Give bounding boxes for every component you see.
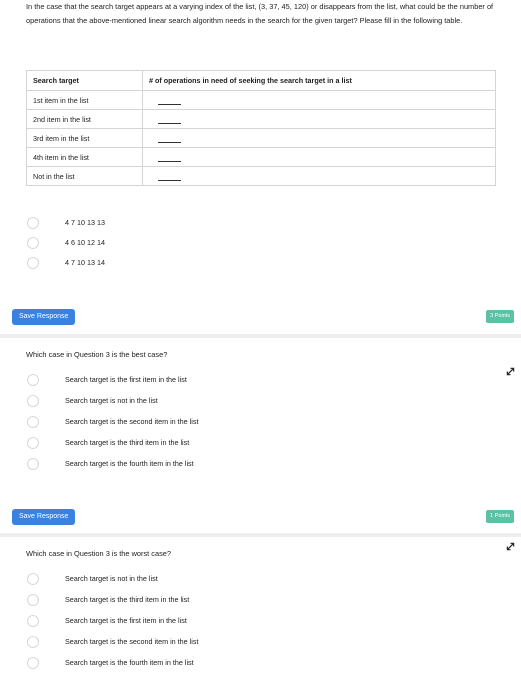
points-badge: 3 Points bbox=[486, 310, 514, 323]
radio-option-3[interactable] bbox=[27, 416, 39, 428]
radio-option-2[interactable] bbox=[27, 237, 39, 249]
option-label: Search target is the fourth item in the … bbox=[65, 658, 194, 667]
row-label: 4th item in the list bbox=[26, 147, 143, 167]
question-title: Which case in Question 3 is the worst ca… bbox=[26, 549, 172, 558]
table-row: 1st item in the list bbox=[26, 90, 496, 110]
table-header-row: Search target # of operations in need of… bbox=[26, 70, 496, 91]
option-label: Search target is the third item in the l… bbox=[65, 438, 190, 447]
radio-option-5[interactable] bbox=[27, 458, 39, 470]
table-row: 3rd item in the list bbox=[26, 128, 496, 148]
option-label: 4 6 10 12 14 bbox=[65, 238, 105, 247]
option-label: Search target is the third item in the l… bbox=[65, 595, 190, 604]
row-label: Not in the list bbox=[26, 166, 143, 186]
section-divider bbox=[0, 334, 521, 338]
expand-icon[interactable] bbox=[506, 542, 515, 551]
column-header: Search target bbox=[26, 70, 143, 91]
option-label: Search target is the second item in the … bbox=[65, 637, 199, 646]
answer-blank[interactable] bbox=[142, 128, 496, 148]
option-label: Search target is the fourth item in the … bbox=[65, 459, 194, 468]
answer-blank[interactable] bbox=[142, 109, 496, 129]
radio-option-4[interactable] bbox=[27, 636, 39, 648]
operations-table: Search target # of operations in need of… bbox=[26, 70, 496, 186]
radio-option-2[interactable] bbox=[27, 594, 39, 606]
row-label: 1st item in the list bbox=[26, 90, 143, 110]
row-label: 2nd item in the list bbox=[26, 109, 143, 129]
blank-line bbox=[158, 171, 181, 182]
blank-line bbox=[158, 95, 181, 106]
expand-icon[interactable] bbox=[506, 367, 515, 376]
answer-blank[interactable] bbox=[142, 166, 496, 186]
blank-line bbox=[158, 133, 181, 144]
option-label: Search target is not in the list bbox=[65, 396, 158, 405]
table-row: 2nd item in the list bbox=[26, 109, 496, 129]
option-label: Search target is the first item in the l… bbox=[65, 616, 187, 625]
section-divider bbox=[0, 533, 521, 537]
blank-line bbox=[158, 152, 181, 163]
radio-option-5[interactable] bbox=[27, 657, 39, 669]
option-label: 4 7 10 13 13 bbox=[65, 218, 105, 227]
option-label: 4 7 10 13 14 bbox=[65, 258, 105, 267]
save-response-button[interactable]: Save Response bbox=[12, 509, 76, 525]
radio-option-1[interactable] bbox=[27, 217, 39, 229]
question-title: Which case in Question 3 is the best cas… bbox=[26, 350, 168, 359]
table-row: 4th item in the list bbox=[26, 147, 496, 167]
radio-option-4[interactable] bbox=[27, 437, 39, 449]
option-label: Search target is the second item in the … bbox=[65, 417, 199, 426]
column-header: # of operations in need of seeking the s… bbox=[142, 70, 496, 91]
row-label: 3rd item in the list bbox=[26, 128, 143, 148]
radio-option-1[interactable] bbox=[27, 573, 39, 585]
answer-blank[interactable] bbox=[142, 147, 496, 167]
radio-option-1[interactable] bbox=[27, 374, 39, 386]
save-response-button[interactable]: Save Response bbox=[12, 309, 76, 325]
radio-option-3[interactable] bbox=[27, 615, 39, 627]
blank-line bbox=[158, 114, 181, 125]
radio-option-2[interactable] bbox=[27, 395, 39, 407]
answer-blank[interactable] bbox=[142, 90, 496, 110]
table-row: Not in the list bbox=[26, 166, 496, 186]
option-label: Search target is not in the list bbox=[65, 574, 158, 583]
option-label: Search target is the first item in the l… bbox=[65, 375, 187, 384]
question-intro-text: In the case that the search target appea… bbox=[26, 2, 494, 25]
points-badge: 1 Points bbox=[486, 510, 514, 523]
radio-option-3[interactable] bbox=[27, 257, 39, 269]
